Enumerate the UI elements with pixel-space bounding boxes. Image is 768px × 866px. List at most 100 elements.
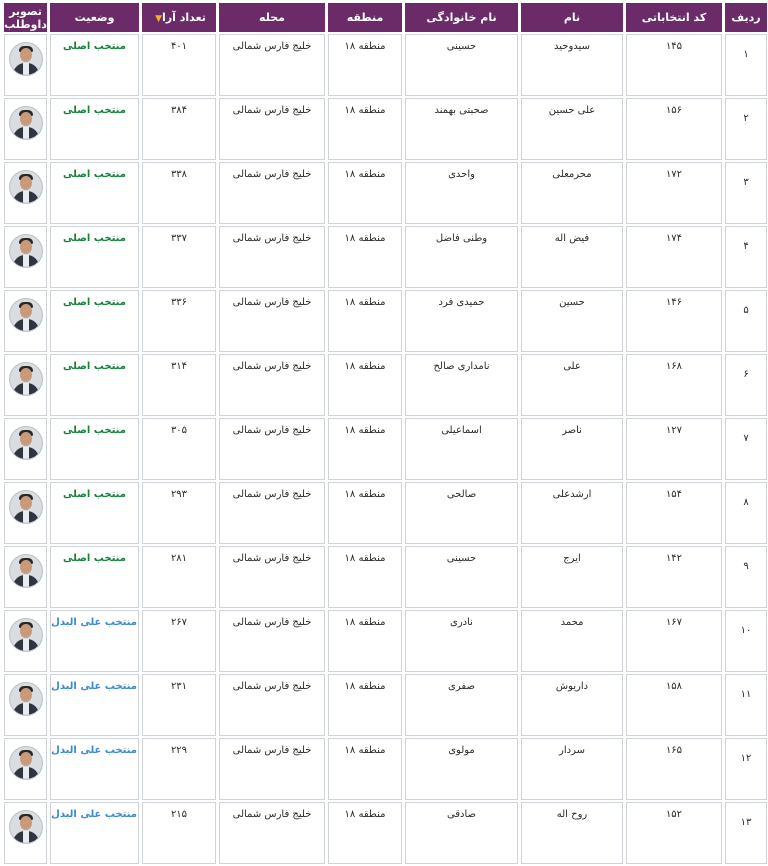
first-name-cell: سیدوحید bbox=[521, 34, 623, 96]
votes-cell: ۴۰۱ bbox=[142, 34, 216, 96]
table-row: ۶ ۱۶۸ علی نامداری صالح منطقه ۱۸ خلیج فارس شما… bbox=[4, 354, 767, 416]
district-cell: منطقه ۱۸ bbox=[328, 546, 402, 608]
row-number-cell: ۱۱ bbox=[725, 674, 767, 736]
photo-cell bbox=[4, 674, 47, 736]
district-cell: منطقه ۱۸ bbox=[328, 162, 402, 224]
neighborhood-cell: خلیج فارس شمالی bbox=[219, 354, 325, 416]
last-name-cell: اسماعیلی bbox=[405, 418, 518, 480]
status-badge: منتخب علی البدل bbox=[50, 802, 139, 864]
table-row: ۸ ۱۵۴ ارشدعلی صالحی منطقه ۱۸ خلیج فارس شمالی ۲… bbox=[4, 482, 767, 544]
status-badge: منتخب اصلی bbox=[50, 98, 139, 160]
header-last-name[interactable]: نام خانوادگی bbox=[405, 3, 518, 32]
neighborhood-cell: خلیج فارس شمالی bbox=[219, 482, 325, 544]
table-row: ۵ ۱۴۶ حسین حمیدی فرد منطقه ۱۸ خلیج فارس شمالی… bbox=[4, 290, 767, 352]
status-badge: منتخب اصلی bbox=[50, 354, 139, 416]
candidate-photo-icon[interactable] bbox=[8, 170, 43, 204]
candidate-photo-icon[interactable] bbox=[8, 490, 43, 524]
status-badge: منتخب علی البدل bbox=[50, 674, 139, 736]
last-name-cell: مولوی bbox=[405, 738, 518, 800]
status-badge: منتخب اصلی bbox=[50, 226, 139, 288]
votes-cell: ۳۳۸ bbox=[142, 162, 216, 224]
header-first-name[interactable]: نام bbox=[521, 3, 623, 32]
last-name-cell: صالحی bbox=[405, 482, 518, 544]
candidate-photo-icon[interactable] bbox=[8, 298, 43, 332]
candidate-photo-icon[interactable] bbox=[8, 618, 43, 652]
election-code-cell: ۱۲۷ bbox=[626, 418, 722, 480]
photo-cell bbox=[4, 418, 47, 480]
district-cell: منطقه ۱۸ bbox=[328, 482, 402, 544]
header-votes[interactable]: تعداد آرا▼ bbox=[142, 3, 216, 32]
header-row-number[interactable]: ردیف bbox=[725, 3, 767, 32]
first-name-cell: فیض اله bbox=[521, 226, 623, 288]
photo-cell bbox=[4, 290, 47, 352]
candidate-photo-icon[interactable] bbox=[8, 682, 43, 716]
district-cell: منطقه ۱۸ bbox=[328, 34, 402, 96]
election-code-cell: ۱۵۶ bbox=[626, 98, 722, 160]
votes-cell: ۲۸۱ bbox=[142, 546, 216, 608]
status-badge: منتخب علی البدل bbox=[50, 610, 139, 672]
sort-descending-icon[interactable]: ▼ bbox=[155, 14, 162, 24]
candidate-photo-icon[interactable] bbox=[8, 426, 43, 460]
first-name-cell: سردار bbox=[521, 738, 623, 800]
table-row: ۹ ۱۴۲ ایرج حسینی منطقه ۱۸ خلیج فارس شمالی ۲۸۱ م… bbox=[4, 546, 767, 608]
header-neighborhood[interactable]: محله bbox=[219, 3, 325, 32]
first-name-cell: روح اله bbox=[521, 802, 623, 864]
table-row: ۲ ۱۵۶ علی حسین صحبتی بهمند منطقه ۱۸ خلیج فارس… bbox=[4, 98, 767, 160]
header-election-code[interactable]: کد انتخاباتی bbox=[626, 3, 722, 32]
election-code-cell: ۱۵۲ bbox=[626, 802, 722, 864]
row-number-cell: ۶ bbox=[725, 354, 767, 416]
row-number-cell: ۱۰ bbox=[725, 610, 767, 672]
row-number-cell: ۷ bbox=[725, 418, 767, 480]
first-name-cell: ارشدعلی bbox=[521, 482, 623, 544]
status-badge: منتخب اصلی bbox=[50, 290, 139, 352]
status-badge: منتخب اصلی bbox=[50, 546, 139, 608]
district-cell: منطقه ۱۸ bbox=[328, 610, 402, 672]
row-number-cell: ۱ bbox=[725, 34, 767, 96]
photo-cell bbox=[4, 226, 47, 288]
last-name-cell: صفری bbox=[405, 674, 518, 736]
last-name-cell: نامداری صالح bbox=[405, 354, 518, 416]
election-code-cell: ۱۶۸ bbox=[626, 354, 722, 416]
table-body: ۱ ۱۴۵ سیدوحید حسینی منطقه ۱۸ خلیج فارس شمالی ۴… bbox=[4, 34, 767, 864]
row-number-cell: ۴ bbox=[725, 226, 767, 288]
last-name-cell: حسینی bbox=[405, 546, 518, 608]
candidate-photo-icon[interactable] bbox=[8, 746, 43, 780]
district-cell: منطقه ۱۸ bbox=[328, 354, 402, 416]
header-status[interactable]: وضعیت bbox=[50, 3, 139, 32]
candidate-photo-icon[interactable] bbox=[8, 106, 43, 140]
first-name-cell: ناصر bbox=[521, 418, 623, 480]
status-badge: منتخب اصلی bbox=[50, 34, 139, 96]
first-name-cell: محرمعلی bbox=[521, 162, 623, 224]
row-number-cell: ۱۳ bbox=[725, 802, 767, 864]
candidate-photo-icon[interactable] bbox=[8, 42, 43, 76]
photo-cell bbox=[4, 34, 47, 96]
status-badge: منتخب اصلی bbox=[50, 418, 139, 480]
candidate-photo-icon[interactable] bbox=[8, 362, 43, 396]
status-badge: منتخب اصلی bbox=[50, 482, 139, 544]
election-code-cell: ۱۴۶ bbox=[626, 290, 722, 352]
photo-cell bbox=[4, 354, 47, 416]
last-name-cell: حمیدی فرد bbox=[405, 290, 518, 352]
neighborhood-cell: خلیج فارس شمالی bbox=[219, 418, 325, 480]
row-number-cell: ۵ bbox=[725, 290, 767, 352]
election-code-cell: ۱۵۴ bbox=[626, 482, 722, 544]
header-photo[interactable]: تصویر داوطلب bbox=[4, 3, 47, 32]
photo-cell bbox=[4, 162, 47, 224]
first-name-cell: علی bbox=[521, 354, 623, 416]
district-cell: منطقه ۱۸ bbox=[328, 418, 402, 480]
row-number-cell: ۸ bbox=[725, 482, 767, 544]
table-row: ۱۱ ۱۵۸ داریوش صفری منطقه ۱۸ خلیج فارس شمالی ۲۳… bbox=[4, 674, 767, 736]
candidate-photo-icon[interactable] bbox=[8, 810, 43, 844]
first-name-cell: داریوش bbox=[521, 674, 623, 736]
candidate-photo-icon[interactable] bbox=[8, 554, 43, 588]
candidate-photo-icon[interactable] bbox=[8, 234, 43, 268]
row-number-cell: ۹ bbox=[725, 546, 767, 608]
district-cell: منطقه ۱۸ bbox=[328, 738, 402, 800]
election-code-cell: ۱۴۲ bbox=[626, 546, 722, 608]
votes-cell: ۲۳۱ bbox=[142, 674, 216, 736]
status-badge: منتخب اصلی bbox=[50, 162, 139, 224]
header-district[interactable]: منطقه bbox=[328, 3, 402, 32]
row-number-cell: ۳ bbox=[725, 162, 767, 224]
last-name-cell: حسینی bbox=[405, 34, 518, 96]
votes-cell: ۳۳۷ bbox=[142, 226, 216, 288]
